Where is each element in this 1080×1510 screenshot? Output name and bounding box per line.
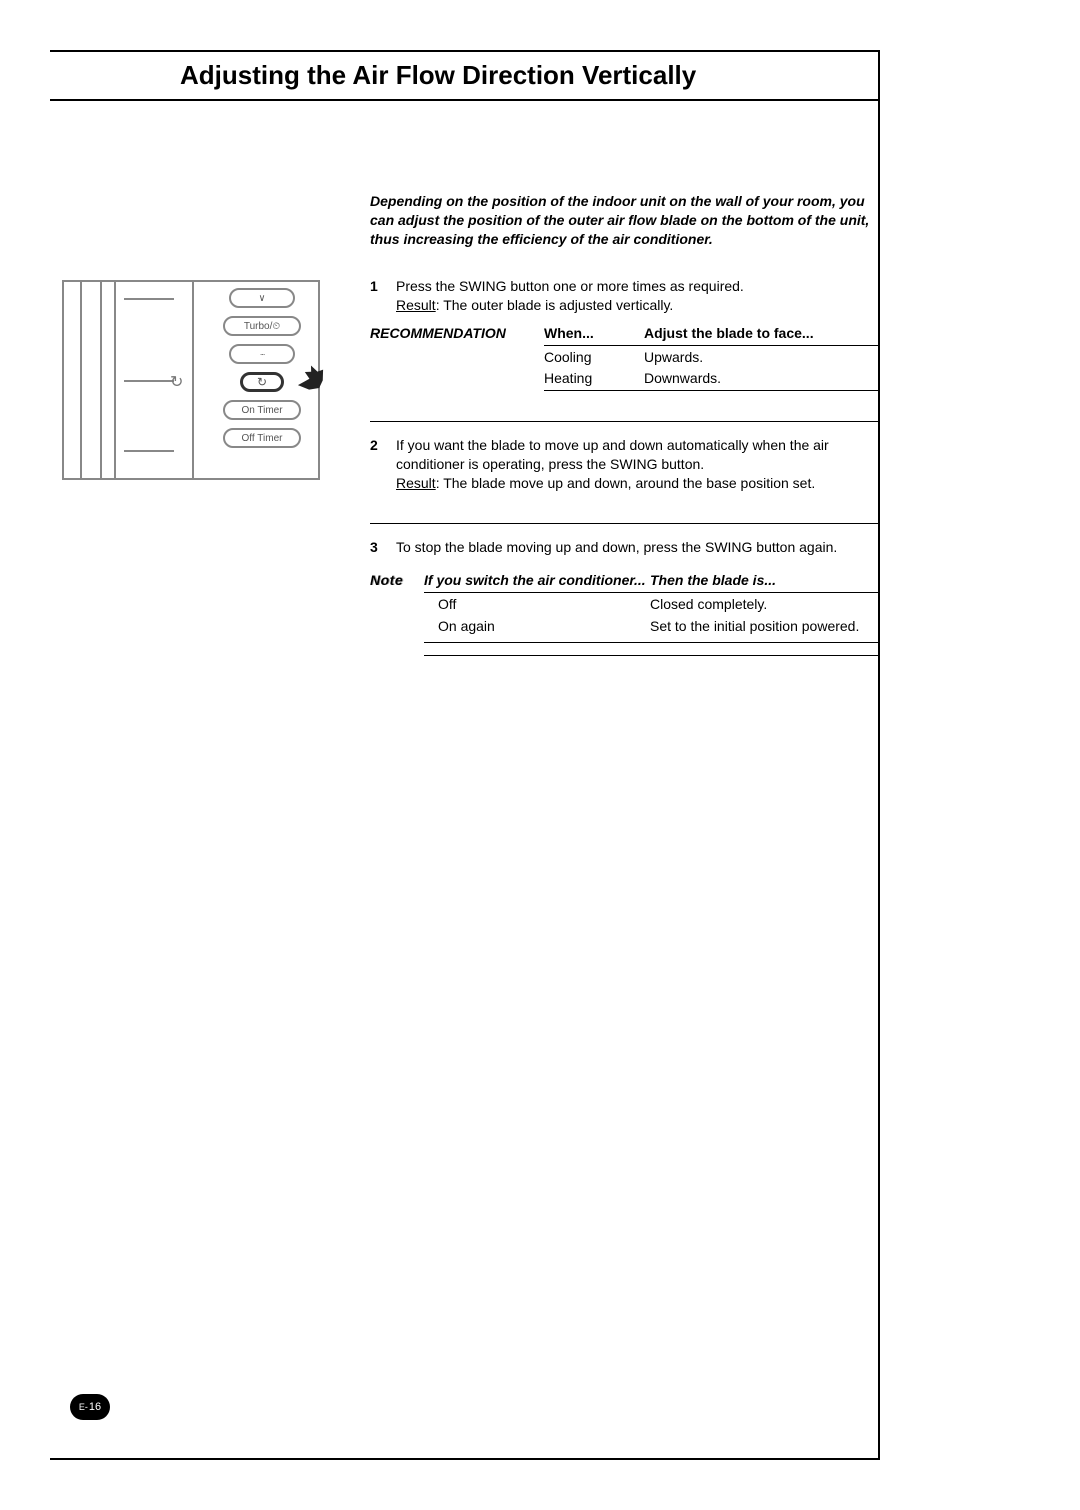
- divider: [370, 523, 880, 524]
- step-number: 3: [370, 538, 396, 557]
- dots-button: ∙∙∙: [229, 344, 295, 364]
- step-2: 2 If you want the blade to move up and d…: [370, 436, 880, 493]
- rec-head-when: When...: [544, 324, 644, 343]
- note-header: If you switch the air conditioner... The…: [424, 571, 880, 593]
- result-label: Result: [396, 297, 436, 313]
- clock-icon: ⏲: [272, 321, 280, 332]
- remote-column-1: [80, 280, 102, 480]
- table-row: On again Set to the initial position pow…: [424, 615, 880, 643]
- recommendation-block: RECOMMENDATION When... Adjust the blade …: [370, 324, 880, 391]
- rec-adjust: Upwards.: [644, 348, 880, 367]
- off-timer-button: Off Timer: [223, 428, 301, 448]
- swing-button: ↻: [240, 372, 284, 392]
- table-row: Heating Downwards.: [544, 367, 880, 391]
- note-then: Set to the initial position powered.: [650, 617, 880, 636]
- divider: [370, 421, 880, 422]
- dots-icon: ∙∙∙: [260, 349, 265, 359]
- intro-paragraph: Depending on the position of the indoor …: [370, 192, 880, 249]
- recommendation-label: RECOMMENDATION: [370, 324, 544, 343]
- page-prefix: E-: [79, 1402, 88, 1412]
- note-then: Closed completely.: [650, 595, 880, 614]
- turbo-button: Turbo/ ⏲: [223, 316, 301, 336]
- step-body: If you want the blade to move up and dow…: [396, 436, 880, 493]
- content-area: Depending on the position of the indoor …: [370, 192, 880, 656]
- down-arrow-button: ∨: [229, 288, 295, 308]
- step-body: To stop the blade moving up and down, pr…: [396, 538, 880, 557]
- step-text: Press the SWING button one or more times…: [396, 278, 744, 294]
- remote-diagram: ↻ ∨ Turbo/ ⏲ ∙∙∙ ↻ On Timer Off Timer: [62, 280, 320, 480]
- step-text: If you want the blade to move up and dow…: [396, 437, 829, 472]
- rec-when: Heating: [544, 369, 644, 388]
- rec-head-adjust: Adjust the blade to face...: [644, 324, 880, 343]
- note-if: Off: [424, 595, 650, 614]
- diagram-line: [124, 450, 174, 452]
- recommendation-table: When... Adjust the blade to face... Cool…: [544, 324, 880, 391]
- note-head-if: If you switch the air conditioner...: [424, 571, 650, 590]
- title-bar: Adjusting the Air Flow Direction Vertica…: [50, 50, 880, 101]
- page-number: 16: [89, 1401, 101, 1413]
- turbo-label: Turbo/: [244, 321, 273, 332]
- recommendation-header: When... Adjust the blade to face...: [544, 324, 880, 346]
- swing-icon: ↻: [170, 372, 183, 392]
- note-block: Note If you switch the air conditioner..…: [370, 571, 880, 657]
- page-title: Adjusting the Air Flow Direction Vertica…: [180, 60, 880, 91]
- note-if: On again: [424, 617, 650, 636]
- swing-arrow-icon: ↻: [257, 375, 267, 389]
- step-number: 2: [370, 436, 396, 493]
- result-text: : The outer blade is adjusted vertically…: [436, 297, 674, 313]
- step-number: 1: [370, 277, 396, 315]
- result-label: Result: [396, 475, 436, 491]
- rec-adjust: Downwards.: [644, 369, 880, 388]
- rec-when: Cooling: [544, 348, 644, 367]
- step-3: 3 To stop the blade moving up and down, …: [370, 538, 880, 557]
- diagram-line: [124, 380, 174, 382]
- diagram-line: [124, 298, 174, 300]
- on-timer-button: On Timer: [223, 400, 301, 420]
- divider: [424, 655, 880, 656]
- result-text: : The blade move up and down, around the…: [436, 475, 816, 491]
- step-text: To stop the blade moving up and down, pr…: [396, 539, 837, 555]
- page-number-badge: E-16: [70, 1394, 110, 1420]
- note-label: Note: [370, 571, 424, 590]
- step-1: 1 Press the SWING button one or more tim…: [370, 277, 880, 315]
- table-row: Cooling Upwards.: [544, 346, 880, 367]
- note-head-then: Then the blade is...: [650, 571, 880, 590]
- note-table: If you switch the air conditioner... The…: [424, 571, 880, 657]
- step-body: Press the SWING button one or more times…: [396, 277, 880, 315]
- table-row: Off Closed completely.: [424, 593, 880, 616]
